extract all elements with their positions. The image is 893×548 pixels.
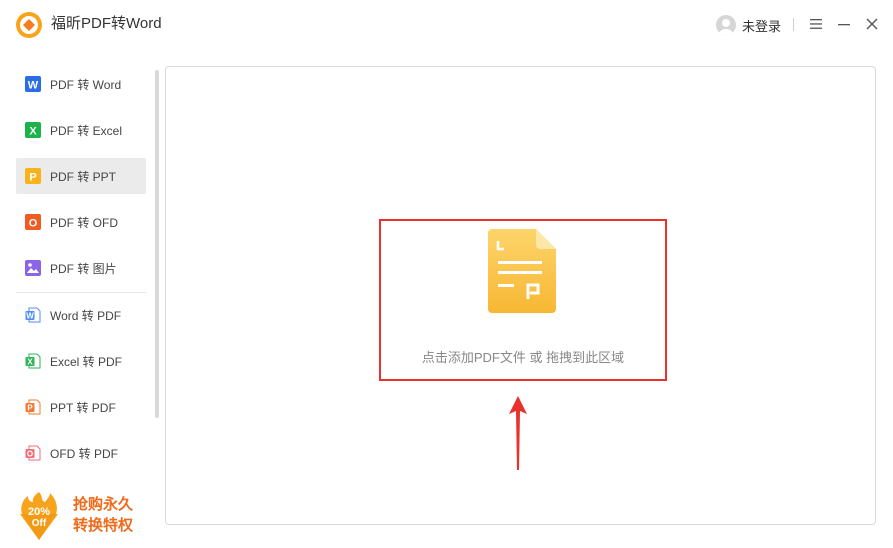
sidebar-item-word-to-pdf[interactable]: W Word 转 PDF	[16, 297, 146, 333]
sidebar-item-label: PDF 转 图片	[50, 261, 117, 276]
app-title: 福昕PDF转Word	[51, 15, 162, 32]
sidebar-item-label: Word 转 PDF	[50, 308, 122, 323]
sidebar-item-pdf-to-word[interactable]: W PDF 转 Word	[16, 66, 146, 102]
hamburger-menu-icon[interactable]	[808, 16, 824, 32]
excel-to-pdf-icon: X	[25, 353, 41, 369]
svg-text:X: X	[27, 358, 33, 367]
sidebar: W PDF 转 Word X PDF 转 Excel P PDF 转 PPT O…	[0, 60, 160, 548]
word-to-pdf-icon: W	[25, 307, 41, 323]
sidebar-item-label: PPT 转 PDF	[50, 400, 116, 415]
badge-top-text: 20%	[28, 506, 50, 518]
promo-line-1: 抢购永久	[73, 496, 134, 513]
sidebar-item-label: PDF 转 Excel	[50, 123, 123, 138]
sidebar-divider	[16, 292, 146, 293]
sidebar-item-label: PDF 转 Word	[50, 77, 122, 92]
app-window: 福昕PDF转Word 未登录 W PDF 转 Word X PDF 转 Exce…	[0, 0, 893, 548]
red-arrow-annotation-icon	[509, 396, 527, 470]
svg-text:O: O	[29, 218, 38, 230]
svg-text:O: O	[27, 450, 33, 459]
ofd-to-pdf-icon: O	[25, 445, 41, 461]
foxit-logo-icon	[16, 12, 42, 38]
dropzone-hint: 点击添加PDF文件 或 拖拽到此区域	[421, 350, 625, 365]
sidebar-item-pdf-to-ppt[interactable]: P PDF 转 PPT	[16, 158, 146, 194]
close-icon[interactable]	[864, 16, 880, 32]
sidebar-item-label: PDF 转 PPT	[50, 169, 117, 184]
title-separator	[793, 18, 794, 31]
sidebar-item-ofd-to-pdf[interactable]: O OFD 转 PDF	[16, 435, 146, 471]
sidebar-item-excel-to-pdf[interactable]: X Excel 转 PDF	[16, 343, 146, 379]
promo-text: 抢购永久 转换特权	[73, 494, 133, 536]
svg-text:X: X	[29, 126, 37, 138]
sidebar-item-pdf-to-excel[interactable]: X PDF 转 Excel	[16, 112, 146, 148]
word-icon: W	[25, 76, 41, 92]
sidebar-item-ppt-to-pdf[interactable]: P PPT 转 PDF	[16, 389, 146, 425]
login-button[interactable]: 未登录	[716, 15, 781, 35]
sidebar-item-label: OFD 转 PDF	[50, 446, 118, 461]
ofd-icon: O	[25, 214, 41, 230]
title-bar: 福昕PDF转Word 未登录	[0, 0, 893, 50]
minimize-icon[interactable]	[836, 16, 852, 32]
sidebar-scrollbar[interactable]	[155, 70, 159, 418]
sidebar-item-pdf-to-ofd[interactable]: O PDF 转 OFD	[16, 204, 146, 240]
sidebar-item-label: Excel 转 PDF	[50, 354, 123, 369]
sidebar-item-label: PDF 转 OFD	[50, 215, 118, 230]
user-avatar-icon	[716, 15, 736, 35]
add-file-dropzone[interactable]: 点击添加PDF文件 或 拖拽到此区域	[379, 219, 667, 381]
sidebar-item-pdf-to-image[interactable]: PDF 转 图片	[16, 250, 146, 286]
image-icon	[25, 260, 41, 276]
excel-icon: X	[25, 122, 41, 138]
discount-badge-icon: 20% Off	[20, 492, 58, 540]
login-status-label: 未登录	[742, 18, 782, 34]
svg-text:P: P	[29, 172, 36, 184]
svg-text:P: P	[27, 404, 33, 413]
ppt-file-icon	[488, 229, 556, 313]
svg-text:W: W	[28, 80, 39, 92]
promo-line-2: 转换特权	[73, 517, 134, 534]
promo-banner[interactable]: 20% Off 抢购永久 转换特权	[14, 490, 154, 542]
badge-bottom-text: Off	[32, 518, 47, 529]
ppt-icon: P	[25, 168, 41, 184]
ppt-to-pdf-icon: P	[25, 399, 41, 415]
svg-text:W: W	[26, 312, 34, 321]
